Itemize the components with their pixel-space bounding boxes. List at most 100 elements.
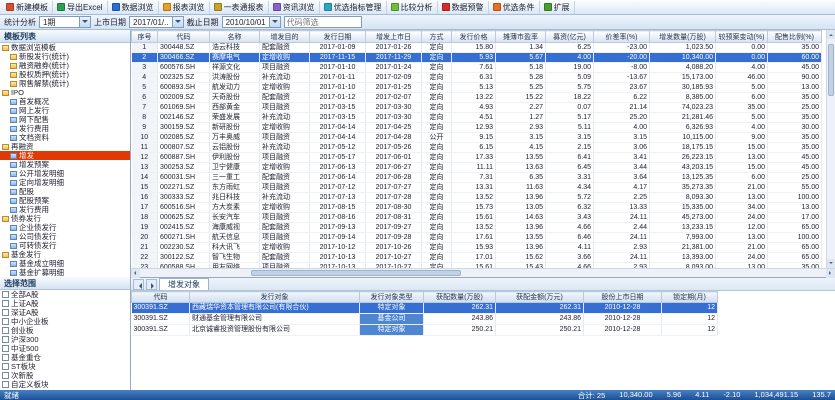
table-row[interactable]: 8002146.SZ荣盛发展补充流动2017-03-152017-03-30定向… [132, 113, 822, 123]
tab-scroll-left-icon[interactable] [133, 279, 144, 290]
tree-item-22[interactable]: 公司债发行 [0, 232, 130, 241]
column-header[interactable]: 锁定期(月) [662, 292, 718, 303]
tree-item-2[interactable]: 新股发行(统计) [0, 52, 130, 61]
column-header[interactable]: 代码 [132, 292, 190, 303]
range-header[interactable]: 选择范围 [0, 277, 130, 290]
chevron-down-icon[interactable] [79, 17, 90, 27]
scroll-left-icon[interactable] [131, 269, 140, 278]
column-header[interactable]: 获配数量(万股) [424, 292, 496, 303]
range-item-11[interactable]: 自定义板块 [0, 380, 130, 389]
range-item-7[interactable]: 中证500 [0, 344, 130, 353]
toolbar-button-8[interactable]: 比较分析 [387, 1, 438, 14]
scrollbar-thumb[interactable] [251, 270, 461, 276]
vertical-scrollbar[interactable] [826, 30, 835, 268]
column-header[interactable]: 配售比例(%) [768, 31, 822, 43]
checkbox[interactable] [2, 381, 9, 388]
tree-item-9[interactable]: 网下配售 [0, 115, 130, 124]
tab-placement-objects[interactable]: 增发对象 [159, 278, 209, 290]
checkbox[interactable] [2, 345, 9, 352]
range-item-3[interactable]: 深证A股 [0, 308, 130, 317]
tree-item-3[interactable]: 融资融券(统计) [0, 61, 130, 70]
checkbox[interactable] [2, 300, 9, 307]
column-header[interactable]: 较预案变动(%) [716, 31, 768, 43]
table-row[interactable]: 7601069.SH西部黄金项目融资2017-03-152017-03-30定向… [132, 103, 822, 113]
table-row[interactable]: 21002230.SZ科大讯飞定增收购2017-10-122017-10-26定… [132, 243, 822, 253]
column-header[interactable]: 增发上市日 [366, 31, 422, 43]
tree-item-4[interactable]: 股权质押(统计) [0, 70, 130, 79]
column-header[interactable]: 股份上市日期 [584, 292, 662, 303]
range-item-1[interactable]: 全部A股 [0, 290, 130, 299]
table-row[interactable]: 22300122.SZ智飞生物配套融资2017-10-132017-10-27定… [132, 253, 822, 263]
checkbox[interactable] [2, 309, 9, 316]
tree-item-8[interactable]: 网上发行 [0, 106, 130, 115]
tree-item-25[interactable]: 基金成立明细 [0, 259, 130, 268]
cutoff-date-combo[interactable]: 2010/10/01 [222, 16, 281, 28]
table-row[interactable]: 4002325.SZ洪涛股份补充流动2017-01-112017-02-09定向… [132, 73, 822, 83]
table-row[interactable]: 3600576.SH祥源文化项目融资2017-01-102017-01-24定向… [132, 63, 822, 73]
toolbar-button-5[interactable]: 一表通报表 [210, 1, 269, 14]
column-header[interactable]: 摊薄市盈率 [496, 31, 546, 43]
range-item-9[interactable]: ST板块 [0, 362, 130, 371]
tree-item-10[interactable]: 发行费用 [0, 124, 130, 133]
checkbox[interactable] [2, 363, 9, 370]
table-row[interactable]: 18000625.SZ长安汽车项目融资2017-08-162017-08-31定… [132, 213, 822, 223]
toolbar-button-7[interactable]: 优选指标管理 [320, 1, 387, 14]
column-header[interactable]: 价差率(%) [594, 31, 650, 43]
table-row[interactable]: 300391.SZ西藏瑞华资本管理有限公司(有限合伙)特定对象262.31262… [132, 303, 718, 314]
tree-item-21[interactable]: 企业债发行 [0, 223, 130, 232]
table-row[interactable]: 10002085.SZ万丰奥威项目融资2017-04-142017-04-28公… [132, 133, 822, 143]
tree-item-5[interactable]: 限售解禁(统计) [0, 79, 130, 88]
column-header[interactable]: 方式 [422, 31, 452, 43]
column-header[interactable]: 发行价格 [452, 31, 496, 43]
table-row[interactable]: 14600031.SH三一重工配套融资2017-06-142017-06-28定… [132, 173, 822, 183]
table-row[interactable]: 16300333.SZ兆日科技补充流动2017-07-132017-07-28定… [132, 193, 822, 203]
table-row[interactable]: 1300448.SZ浩云科技配套融资2017-01-092017-01-26定向… [132, 43, 822, 53]
code-filter-input[interactable] [284, 16, 362, 28]
tree-item-11[interactable]: 文档资料 [0, 133, 130, 142]
tree-item-26[interactable]: 基金扩募明细 [0, 268, 130, 277]
scrollbar-thumb[interactable] [828, 44, 834, 96]
table-row[interactable]: 300391.SZ财通基金管理有限公司基金公司243.86243.862010-… [132, 314, 718, 325]
scroll-right-icon[interactable] [826, 269, 835, 278]
table-row[interactable]: 17600516.SH方大炭素定增收购2017-08-152017-08-30定… [132, 203, 822, 213]
toolbar-button-4[interactable]: 报表浏览 [159, 1, 210, 14]
range-item-2[interactable]: 上证A股 [0, 299, 130, 308]
toolbar-button-1[interactable]: 新建模板 [2, 1, 53, 14]
checkbox[interactable] [2, 318, 9, 325]
range-item-10[interactable]: 次新股 [0, 371, 130, 380]
tree-item-15[interactable]: 公开增发明细 [0, 169, 130, 178]
table-row[interactable]: 300391.SZ北京诚睿投资管理股份有限公司特定对象250.21250.212… [132, 325, 718, 336]
tree-item-24[interactable]: 基金发行 [0, 250, 130, 259]
column-header[interactable]: 代码 [158, 31, 210, 43]
toolbar-button-11[interactable]: 扩展 [540, 1, 575, 14]
chevron-down-icon[interactable] [269, 17, 280, 27]
range-item-4[interactable]: 中小企业板 [0, 317, 130, 326]
table-row[interactable]: 19002415.SZ海康威视配套融资2017-09-132017-09-27定… [132, 223, 822, 233]
tree-item-12[interactable]: 再融资 [0, 142, 130, 151]
tree-item-20[interactable]: 债券发行 [0, 214, 130, 223]
column-header[interactable]: 获配金额(万元) [496, 292, 584, 303]
column-header[interactable]: 名称 [210, 31, 260, 43]
column-header[interactable]: 发行对象类型 [360, 292, 424, 303]
stat-period-combo[interactable]: 1期 [39, 16, 91, 28]
table-row[interactable]: 20600271.SH航天信息项目融资2017-09-142017-09-28定… [132, 233, 822, 243]
range-item-6[interactable]: 沪深300 [0, 335, 130, 344]
column-header[interactable]: 增发数量(万股) [650, 31, 716, 43]
horizontal-scrollbar[interactable] [131, 268, 835, 277]
tree-item-14[interactable]: 增发预案 [0, 160, 130, 169]
range-item-8[interactable]: 基金重仓 [0, 353, 130, 362]
tree-item-13[interactable]: 增发 [0, 151, 130, 160]
table-row[interactable]: 12600887.SH伊利股份项目融资2017-05-172017-06-01定… [132, 153, 822, 163]
checkbox[interactable] [2, 354, 9, 361]
tree-item-6[interactable]: IPO [0, 88, 130, 97]
toolbar-button-6[interactable]: 资讯浏览 [269, 1, 320, 14]
tab-scroll-right-icon[interactable] [146, 279, 157, 290]
tree-item-18[interactable]: 配股预案 [0, 196, 130, 205]
checkbox[interactable] [2, 372, 9, 379]
table-row[interactable]: 15002271.SZ东方雨虹项目融资2017-07-122017-07-27定… [132, 183, 822, 193]
table-row[interactable]: 5600893.SH航发动力定增收购2017-01-102017-01-25定向… [132, 83, 822, 93]
tree-item-7[interactable]: 首发概况 [0, 97, 130, 106]
checkbox[interactable] [2, 291, 9, 298]
tree-item-17[interactable]: 配股 [0, 187, 130, 196]
column-header[interactable]: 募资(亿元) [546, 31, 594, 43]
